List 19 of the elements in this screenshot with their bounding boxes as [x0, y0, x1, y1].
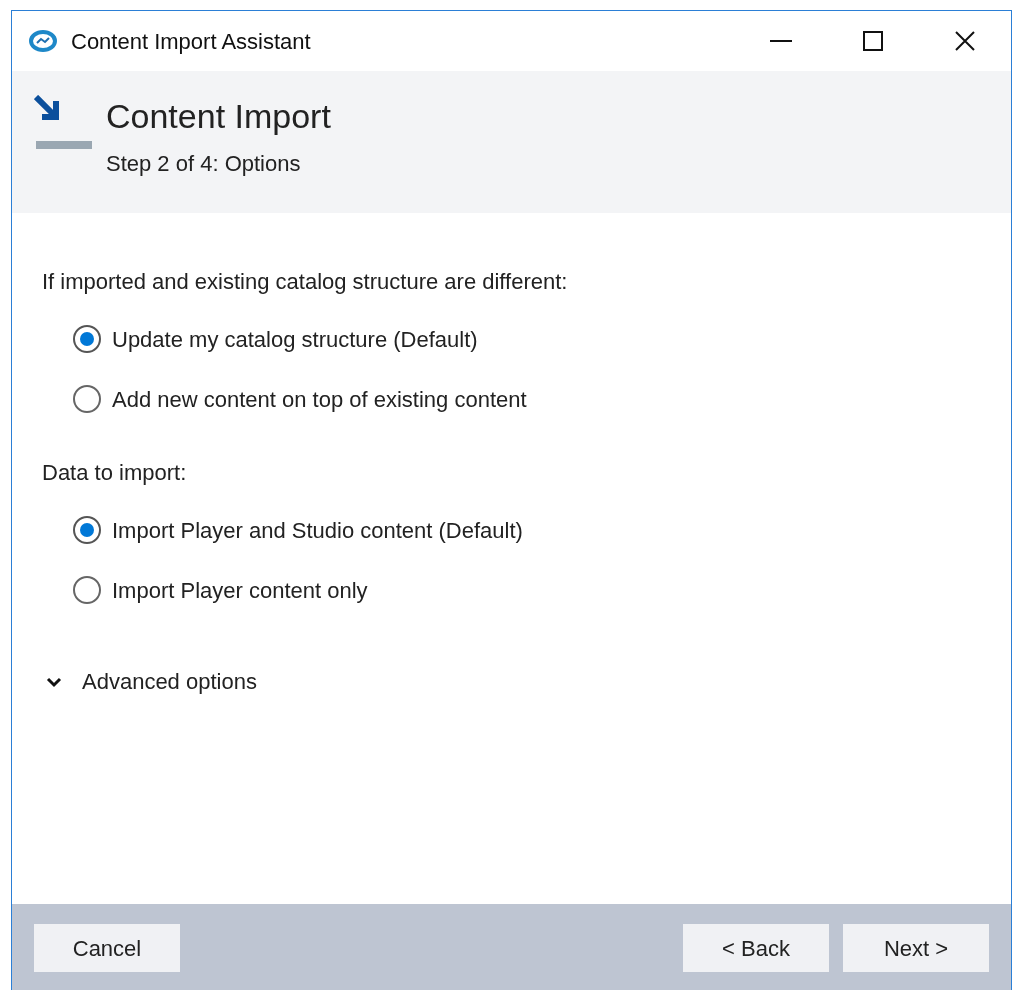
- radio-option[interactable]: Import Player content only: [72, 571, 368, 609]
- group-label: Data to import:: [42, 459, 188, 487]
- window-title: Content Import Assistant: [71, 27, 311, 56]
- header-title: Content Import: [106, 96, 331, 137]
- nav-button[interactable]: < Back: [683, 924, 829, 972]
- radio-option[interactable]: Add new content on top of existing content: [72, 380, 527, 418]
- import-arrow-icon: [34, 95, 92, 151]
- advanced-options-toggle[interactable]: Advanced options: [46, 665, 257, 698]
- app-logo-icon: [28, 29, 58, 53]
- step-subtitle: Step 2 of 4: Options: [106, 150, 302, 178]
- maximize-icon: [863, 31, 883, 51]
- radio-option[interactable]: Update my catalog structure (Default): [72, 320, 478, 358]
- group-label: If imported and existing catalog structure are different:: [42, 268, 569, 296]
- minimize-icon: [770, 40, 792, 42]
- nav-button[interactable]: Next >: [843, 924, 989, 972]
- cancel-button[interactable]: Cancel: [34, 924, 180, 972]
- chevron-icon: [46, 675, 62, 688]
- radio-option[interactable]: Import Player and Studio content (Default): [72, 511, 523, 549]
- close-icon: [955, 31, 975, 51]
